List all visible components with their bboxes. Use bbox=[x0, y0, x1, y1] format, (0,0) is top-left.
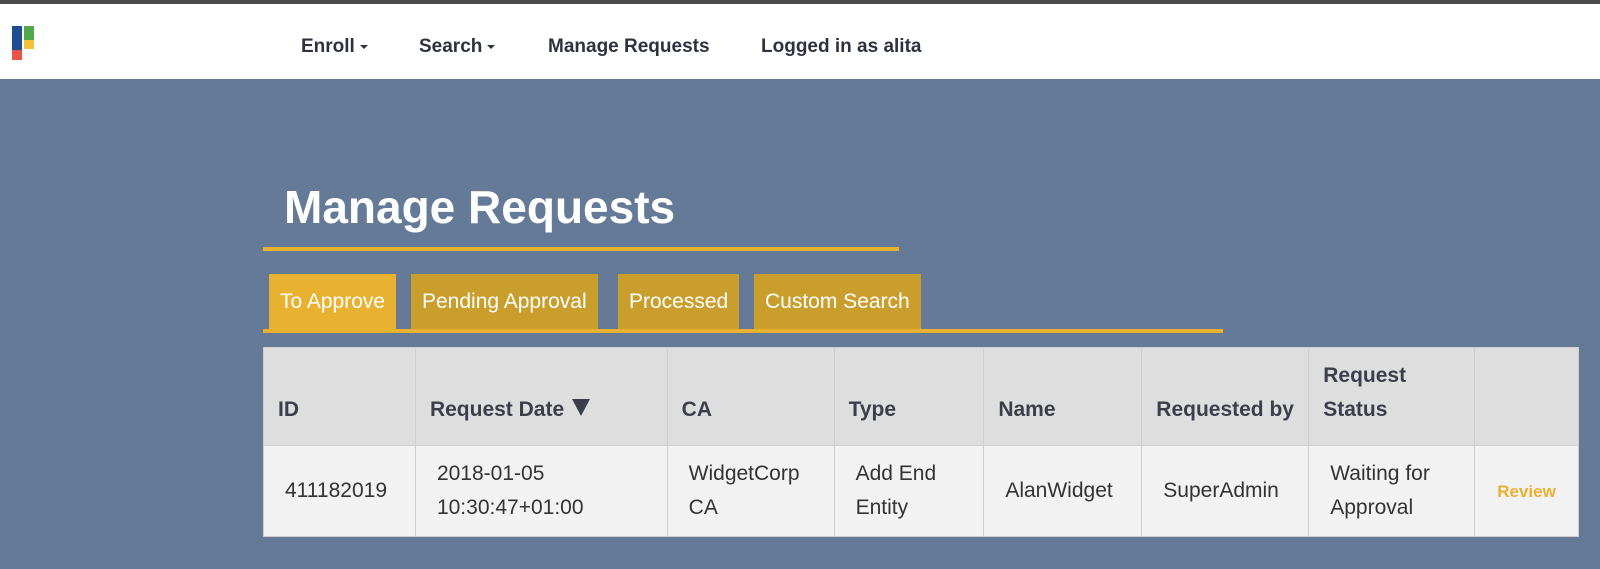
logo-icon[interactable] bbox=[12, 26, 36, 62]
table-row: 411182019 2018-01-05 10:30:47+01:00 Widg… bbox=[263, 445, 1579, 537]
caret-down-icon bbox=[487, 44, 496, 49]
header-request-date-label: Request Date bbox=[429, 398, 565, 421]
requests-table: ID Request Date CA Type Name Requested b… bbox=[263, 347, 1579, 537]
header-requested-by-label: Requested by bbox=[1156, 398, 1294, 421]
cell-type: Add End Entity bbox=[833, 445, 985, 537]
header-actions bbox=[1474, 347, 1579, 446]
cell-name: AlanWidget bbox=[983, 445, 1143, 537]
header-requested-by[interactable]: Requested by bbox=[1141, 347, 1310, 446]
header-type-label: Type bbox=[848, 398, 897, 421]
cell-ca: WidgetCorp CA bbox=[666, 445, 835, 537]
table-header-row: ID Request Date CA Type Name Requested b… bbox=[263, 347, 1579, 446]
page-title: Manage Requests bbox=[284, 181, 676, 233]
tab-to-approve[interactable]: To Approve bbox=[269, 274, 397, 330]
cell-id: 411182019 bbox=[263, 445, 416, 537]
header-request-status[interactable]: Request Status bbox=[1308, 347, 1476, 446]
cell-requested-by: SuperAdmin bbox=[1141, 445, 1310, 537]
tab-processed[interactable]: Processed bbox=[618, 274, 740, 330]
cell-request-status: Waiting for Approval bbox=[1308, 445, 1476, 537]
header-request-date[interactable]: Request Date bbox=[414, 347, 668, 446]
tabs-underline bbox=[263, 329, 1223, 333]
header-request-status-label: Request Status bbox=[1323, 364, 1407, 421]
nav-logged-in-user[interactable]: Logged in as alita bbox=[761, 36, 921, 58]
nav-search-label: Search bbox=[419, 36, 483, 57]
caret-down-icon bbox=[359, 44, 368, 49]
tab-custom-search[interactable]: Custom Search bbox=[754, 274, 921, 330]
review-link[interactable]: Review bbox=[1497, 482, 1556, 501]
cell-request-date: 2018-01-05 10:30:47+01:00 bbox=[414, 445, 668, 537]
title-underline bbox=[263, 247, 899, 251]
nav-manage-requests-label: Manage Requests bbox=[548, 36, 710, 57]
nav-manage-requests[interactable]: Manage Requests bbox=[548, 36, 710, 58]
tab-pending-approval[interactable]: Pending Approval bbox=[411, 274, 598, 330]
cell-actions: Review bbox=[1474, 445, 1579, 537]
header-type[interactable]: Type bbox=[833, 347, 985, 446]
header-ca[interactable]: CA bbox=[666, 347, 835, 446]
nav-search[interactable]: Search bbox=[419, 36, 496, 58]
header-ca-label: CA bbox=[681, 398, 712, 421]
header-id[interactable]: ID bbox=[263, 347, 416, 446]
nav-enroll-label: Enroll bbox=[301, 36, 355, 57]
header-name-label: Name bbox=[998, 398, 1056, 421]
sort-descending-icon bbox=[572, 399, 591, 416]
header-id-label: ID bbox=[278, 398, 299, 421]
nav-enroll[interactable]: Enroll bbox=[301, 36, 368, 58]
header-name[interactable]: Name bbox=[983, 347, 1143, 446]
nav-logged-in-label: Logged in as alita bbox=[761, 36, 922, 57]
navbar: Enroll Search Manage Requests Logged in … bbox=[0, 4, 1600, 79]
